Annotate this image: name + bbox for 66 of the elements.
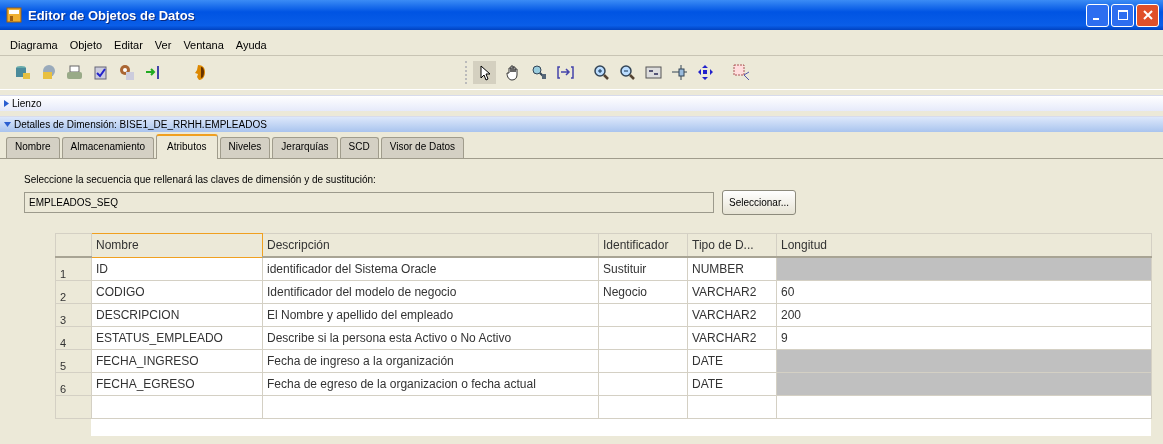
table-cell: El Nombre y apellido del empleado [262,303,599,327]
column-header[interactable]: Longitud [776,233,1152,257]
instruction-text: Seleccione la secuencia que rellenará las claves de dimensión y de sustitución: [24,174,377,185]
table-cell: ID [91,257,263,281]
tab[interactable]: Niveles [219,137,271,158]
expand-icon [4,100,9,107]
sequence-field[interactable]: EMPLEADOS_SEQ [24,192,714,213]
clipboard-icon[interactable] [92,64,109,81]
column-header[interactable]: Identificador [598,233,688,257]
row-number[interactable]: 3 [55,303,92,327]
table-cell: 9 [776,326,1152,350]
collapse-icon [4,122,11,127]
close-button[interactable] [1136,3,1159,27]
tab[interactable]: Almacenamiento [61,137,155,158]
menu-item[interactable]: Ver [150,36,176,53]
row-number[interactable]: 6 [55,372,92,396]
column-header[interactable]: Descripción [262,233,599,257]
row-number[interactable]: 2 [55,280,92,304]
zoom-in-icon[interactable] [593,64,610,81]
fit-icon[interactable] [645,64,662,81]
table-cell: DESCRIPCION [91,303,263,327]
section-header[interactable]: Lienzo [0,95,1163,111]
close-icon [1141,9,1154,21]
table-cell: Fecha de egreso de la organizacion o fecha actual [262,372,599,396]
column-header[interactable]: Nombre [91,233,263,257]
table-cell: FECHA_EGRESO [91,372,263,396]
section-header[interactable]: Detalles de Dimensión: BISE1_DE_RRHH.EMPLEADOS [0,116,1163,132]
row-number[interactable]: 4 [55,326,92,350]
table-cell: Describe si la persona esta Activo o No Activo [262,326,599,350]
table-cell: FECHA_INGRESO [91,349,263,373]
table-cell: CODIGO [91,280,263,304]
pointer-icon[interactable] [473,61,496,84]
zoom-out-icon[interactable] [619,64,636,81]
minimize-button[interactable] [1086,3,1109,27]
select-icon[interactable] [733,64,750,81]
row-number[interactable]: 5 [55,349,92,373]
bracket-arrow-icon[interactable] [557,64,574,81]
minimize-icon [1092,18,1099,20]
tab[interactable]: Nombre [6,137,60,158]
table-cell: identificador del Sistema Oracle [262,257,599,281]
row-number[interactable]: 1 [55,257,92,281]
menu-item[interactable]: Ayuda [231,36,271,53]
menu-item[interactable]: Editar [110,36,147,53]
menu-item[interactable]: Diagrama [6,36,62,53]
column-header[interactable]: Tipo de D... [687,233,777,257]
maximize-button[interactable] [1111,3,1134,27]
move-icon[interactable] [697,64,714,81]
table-cell: 60 [776,280,1152,304]
select-button[interactable]: Seleccionar... [722,190,797,215]
tab[interactable]: Atributos [156,134,218,159]
app-icon [6,7,22,23]
menu-item[interactable]: Ventana [179,36,228,53]
table-cell: 200 [776,303,1152,327]
table-cell: Identificador del modelo de negocio [262,280,599,304]
maximize-icon [1116,9,1129,21]
tab[interactable]: SCD [339,137,379,158]
corner-cell [55,233,92,257]
arrow-icon[interactable] [144,64,161,81]
tab[interactable]: Jerarquías [272,137,338,158]
database-icon[interactable] [14,64,31,81]
table-cell: Fecha de ingreso a la organización [262,349,599,373]
tab[interactable]: Visor de Datos [380,137,465,158]
find-icon[interactable] [531,64,548,81]
table-cell: ESTATUS_EMPLEADO [91,326,263,350]
menu-item[interactable]: Objeto [65,36,107,53]
window-title: Editor de Objetos de Datos [28,7,196,23]
